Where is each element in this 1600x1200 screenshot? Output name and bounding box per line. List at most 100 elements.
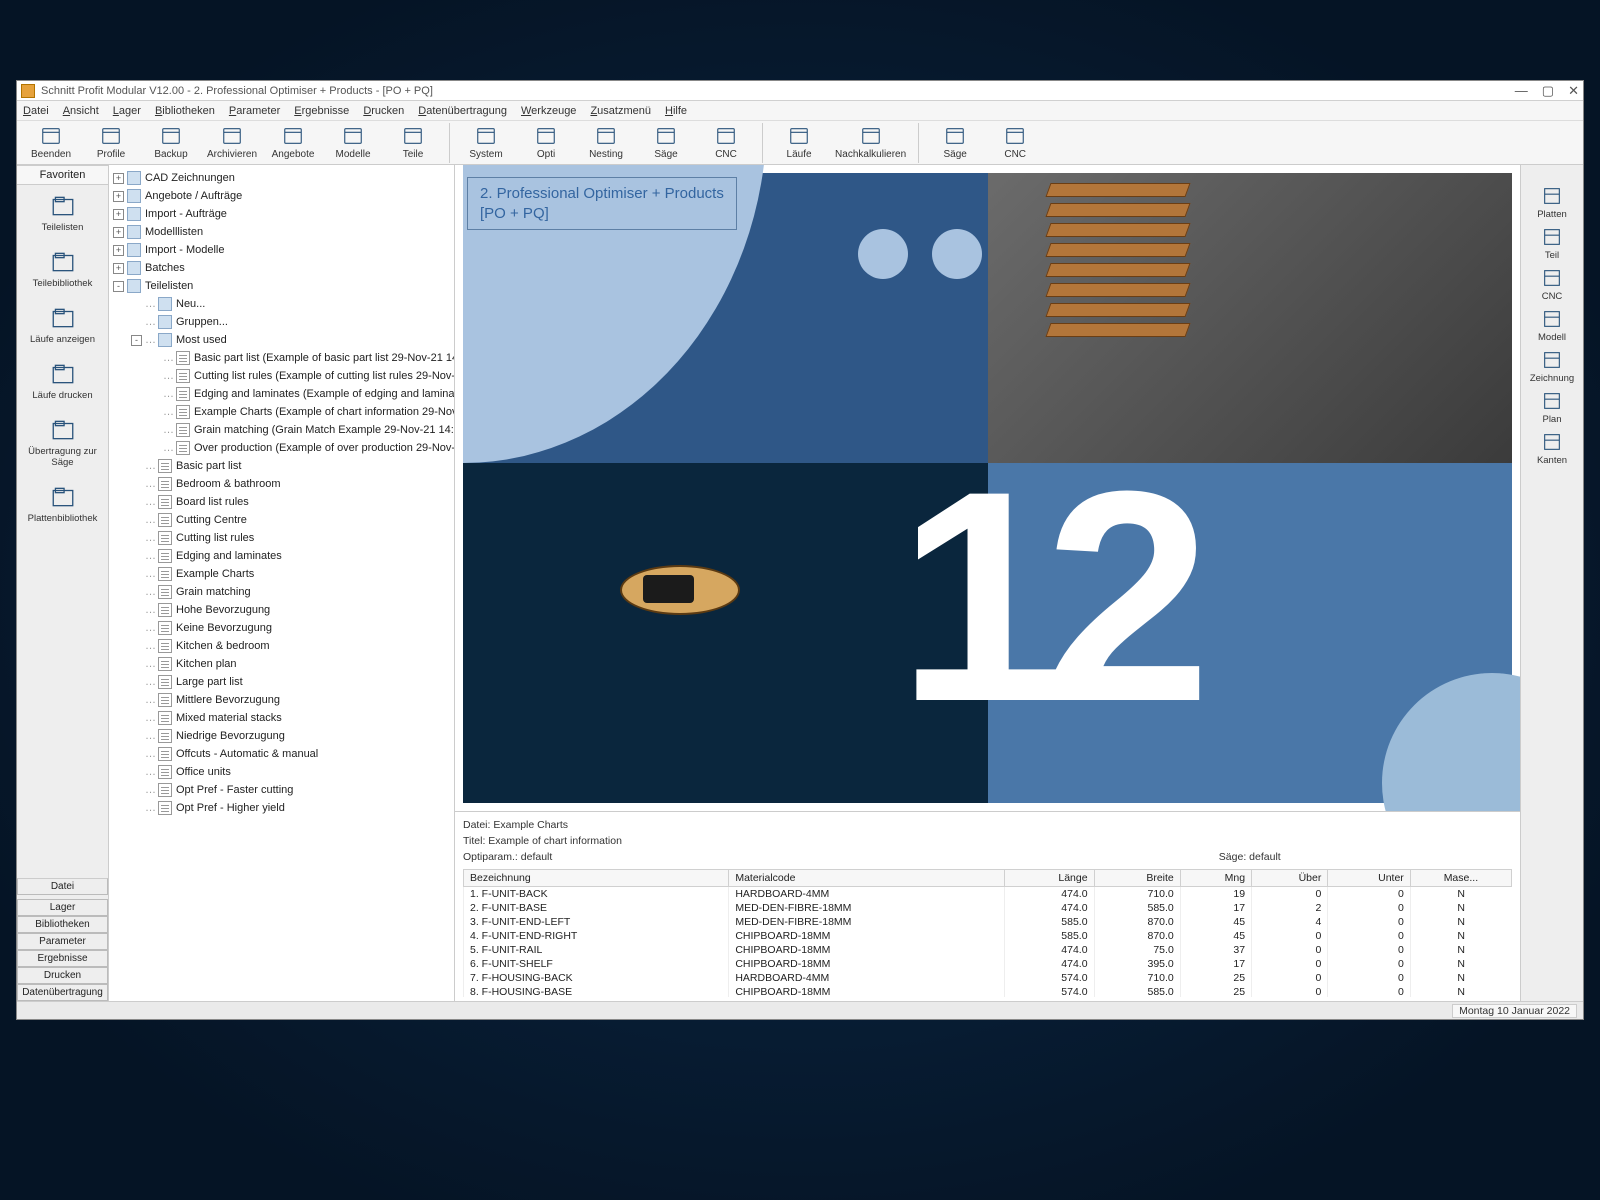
expander-icon[interactable]: - bbox=[131, 335, 142, 346]
tree-item[interactable]: …Example Charts bbox=[109, 565, 454, 583]
table-row[interactable]: 8. F-HOUSING-BASECHIPBOARD-18MM574.0585.… bbox=[464, 985, 1512, 997]
tree-item[interactable]: …Neu... bbox=[109, 295, 454, 313]
right-platten[interactable]: Platten bbox=[1537, 185, 1567, 220]
table-row[interactable]: 4. F-UNIT-END-RIGHTCHIPBOARD-18MM585.087… bbox=[464, 929, 1512, 943]
tree-item[interactable]: …Edging and laminates bbox=[109, 547, 454, 565]
favorite-teilelisten[interactable]: Teilelisten bbox=[17, 185, 108, 241]
maximize-button[interactable]: ▢ bbox=[1542, 84, 1554, 97]
tree-item[interactable]: …Mittlere Bevorzugung bbox=[109, 691, 454, 709]
expander-icon[interactable]: + bbox=[113, 209, 124, 220]
tree-item[interactable]: +Batches bbox=[109, 259, 454, 277]
toolbar-archivieren[interactable]: Archivieren bbox=[201, 123, 263, 162]
tree-item[interactable]: …Basic part list bbox=[109, 457, 454, 475]
toolbar-backup[interactable]: Backup bbox=[141, 123, 201, 162]
toolbar-nesting[interactable]: Nesting bbox=[576, 123, 636, 162]
tree-item[interactable]: …Grain matching bbox=[109, 583, 454, 601]
menu-parameter[interactable]: Parameter bbox=[229, 105, 280, 117]
menu-datenübertragung[interactable]: Datenübertragung bbox=[418, 105, 507, 117]
col-mase...[interactable]: Mase... bbox=[1410, 870, 1511, 887]
tree-item[interactable]: …Gruppen... bbox=[109, 313, 454, 331]
toolbar-modelle[interactable]: Modelle bbox=[323, 123, 383, 162]
tree-item[interactable]: -Teilelisten bbox=[109, 277, 454, 295]
favtab-lager[interactable]: Lager bbox=[17, 899, 108, 916]
toolbar-profile[interactable]: Profile bbox=[81, 123, 141, 162]
navigation-tree[interactable]: +CAD Zeichnungen+Angebote / Aufträge +Imp… bbox=[109, 165, 455, 1001]
tree-item[interactable]: …Cutting Centre bbox=[109, 511, 454, 529]
table-row[interactable]: 6. F-UNIT-SHELFCHIPBOARD-18MM474.0395.01… bbox=[464, 957, 1512, 971]
toolbar-cnc[interactable]: CNC bbox=[985, 123, 1045, 162]
table-row[interactable]: 5. F-UNIT-RAILCHIPBOARD-18MM474.075.0370… bbox=[464, 943, 1512, 957]
menu-lager[interactable]: Lager bbox=[113, 105, 141, 117]
tree-item[interactable]: …Grain matching (Grain Match Example 29-… bbox=[109, 421, 454, 439]
tree-item[interactable]: …Cutting list rules bbox=[109, 529, 454, 547]
col-breite[interactable]: Breite bbox=[1094, 870, 1180, 887]
expander-icon[interactable]: + bbox=[113, 245, 124, 256]
table-row[interactable]: 3. F-UNIT-END-LEFTMED-DEN-FIBRE-18MM585.… bbox=[464, 915, 1512, 929]
expander-icon[interactable]: + bbox=[113, 227, 124, 238]
menu-ergebnisse[interactable]: Ergebnisse bbox=[294, 105, 349, 117]
tree-item[interactable]: +Import - Modelle bbox=[109, 241, 454, 259]
tree-item[interactable]: …Large part list bbox=[109, 673, 454, 691]
tree-item[interactable]: …Edging and laminates (Example of edging… bbox=[109, 385, 454, 403]
menu-datei[interactable]: Datei bbox=[23, 105, 49, 117]
table-row[interactable]: 1. F-UNIT-BACKHARDBOARD-4MM474.0710.0190… bbox=[464, 887, 1512, 902]
favtab-parameter[interactable]: Parameter bbox=[17, 933, 108, 950]
toolbar-säge[interactable]: Säge bbox=[925, 123, 985, 162]
menu-bibliotheken[interactable]: Bibliotheken bbox=[155, 105, 215, 117]
tree-item[interactable]: …Offcuts - Automatic & manual bbox=[109, 745, 454, 763]
right-zeichnung[interactable]: Zeichnung bbox=[1530, 349, 1574, 384]
menu-ansicht[interactable]: Ansicht bbox=[63, 105, 99, 117]
col-materialcode[interactable]: Materialcode bbox=[729, 870, 1004, 887]
favorite-teilebibliothek[interactable]: Teilebibliothek bbox=[17, 241, 108, 297]
menu-zusatzmenü[interactable]: Zusatzmenü bbox=[590, 105, 651, 117]
col-mng[interactable]: Mng bbox=[1180, 870, 1251, 887]
toolbar-system[interactable]: System bbox=[456, 123, 516, 162]
tree-item[interactable]: …Keine Bevorzugung bbox=[109, 619, 454, 637]
toolbar-läufe[interactable]: Läufe bbox=[769, 123, 829, 162]
tree-item[interactable]: …Board list rules bbox=[109, 493, 454, 511]
tree-item[interactable]: …Basic part list (Example of basic part … bbox=[109, 349, 454, 367]
expander-icon[interactable]: + bbox=[113, 263, 124, 274]
expander-icon[interactable]: + bbox=[113, 191, 124, 202]
favtab-drucken[interactable]: Drucken bbox=[17, 967, 108, 984]
tree-item[interactable]: +Angebote / Aufträge bbox=[109, 187, 454, 205]
toolbar-säge[interactable]: Säge bbox=[636, 123, 696, 162]
menu-werkzeuge[interactable]: Werkzeuge bbox=[521, 105, 576, 117]
favorite-läufe-anzeigen[interactable]: Läufe anzeigen bbox=[17, 297, 108, 353]
expander-icon[interactable]: + bbox=[113, 173, 124, 184]
favtab-datenübertragung[interactable]: Datenübertragung bbox=[17, 984, 108, 1001]
toolbar-cnc[interactable]: CNC bbox=[696, 123, 756, 162]
right-modell[interactable]: Modell bbox=[1538, 308, 1566, 343]
expander-icon[interactable]: - bbox=[113, 281, 124, 292]
tree-item[interactable]: …Over production (Example of over produc… bbox=[109, 439, 454, 457]
right-plan[interactable]: Plan bbox=[1541, 390, 1563, 425]
favorite-übertragung-zur-säge[interactable]: Übertragung zur Säge bbox=[17, 409, 108, 476]
favtab-bibliotheken[interactable]: Bibliotheken bbox=[17, 916, 108, 933]
right-teil[interactable]: Teil bbox=[1541, 226, 1563, 261]
table-row[interactable]: 2. F-UNIT-BASEMED-DEN-FIBRE-18MM474.0585… bbox=[464, 901, 1512, 915]
minimize-button[interactable]: — bbox=[1515, 84, 1528, 97]
tree-item[interactable]: …Mixed material stacks bbox=[109, 709, 454, 727]
tree-item[interactable]: …Opt Pref - Higher yield bbox=[109, 799, 454, 817]
col-unter[interactable]: Unter bbox=[1328, 870, 1410, 887]
toolbar-opti[interactable]: Opti bbox=[516, 123, 576, 162]
toolbar-nachkalkulieren[interactable]: Nachkalkulieren bbox=[829, 123, 912, 162]
favtab-datei[interactable]: Datei bbox=[17, 878, 108, 895]
close-button[interactable]: ✕ bbox=[1568, 84, 1579, 97]
favtab-ergebnisse[interactable]: Ergebnisse bbox=[17, 950, 108, 967]
right-kanten[interactable]: Kanten bbox=[1537, 431, 1567, 466]
favorite-plattenbibliothek[interactable]: Plattenbibliothek bbox=[17, 476, 108, 532]
col-bezeichnung[interactable]: Bezeichnung bbox=[464, 870, 729, 887]
tree-item[interactable]: …Bedroom & bathroom bbox=[109, 475, 454, 493]
menu-drucken[interactable]: Drucken bbox=[363, 105, 404, 117]
tree-item[interactable]: …Cutting list rules (Example of cutting … bbox=[109, 367, 454, 385]
table-row[interactable]: 7. F-HOUSING-BACKHARDBOARD-4MM574.0710.0… bbox=[464, 971, 1512, 985]
tree-item[interactable]: +Modelllisten bbox=[109, 223, 454, 241]
tree-item[interactable]: …Kitchen plan bbox=[109, 655, 454, 673]
tree-item[interactable]: …Kitchen & bedroom bbox=[109, 637, 454, 655]
tree-item[interactable]: -…Most used bbox=[109, 331, 454, 349]
tree-item[interactable]: …Hohe Bevorzugung bbox=[109, 601, 454, 619]
tree-item[interactable]: +CAD Zeichnungen bbox=[109, 169, 454, 187]
tree-item[interactable]: …Niedrige Bevorzugung bbox=[109, 727, 454, 745]
tree-item[interactable]: …Example Charts (Example of chart inform… bbox=[109, 403, 454, 421]
